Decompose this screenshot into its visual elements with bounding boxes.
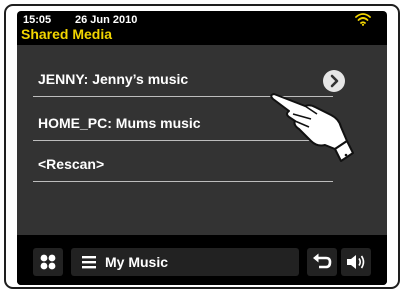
status-bar: 15:05 26 Jun 2010 [17,11,387,27]
my-music-button[interactable]: My Music [71,248,299,276]
touch-screen: 15:05 26 Jun 2010 Shared Media JENNY: Je… [17,11,387,285]
title-bar: Shared Media [17,26,387,43]
apps-button[interactable] [33,248,63,276]
apps-icon [40,254,56,270]
back-button[interactable] [307,248,337,276]
bottom-bar: My Music [17,239,387,285]
pointing-hand-icon [270,93,354,162]
menu-icon [82,256,96,269]
list-item-label: HOME_PC: Mums music [38,115,201,131]
radio-device: 15:05 26 Jun 2010 Shared Media JENNY: Je… [4,4,400,289]
wifi-icon [355,12,371,26]
clock-time: 15:05 [23,14,52,26]
list-item-label: JENNY: Jenny’s music [38,71,189,87]
page-title: Shared Media [21,26,113,42]
volume-icon [347,255,365,269]
volume-button[interactable] [341,248,371,276]
my-music-label: My Music [105,254,169,270]
list-item-label: <Rescan> [38,156,105,172]
back-icon [313,253,332,269]
clock-date: 26 Jun 2010 [75,14,138,26]
divider [33,181,333,182]
